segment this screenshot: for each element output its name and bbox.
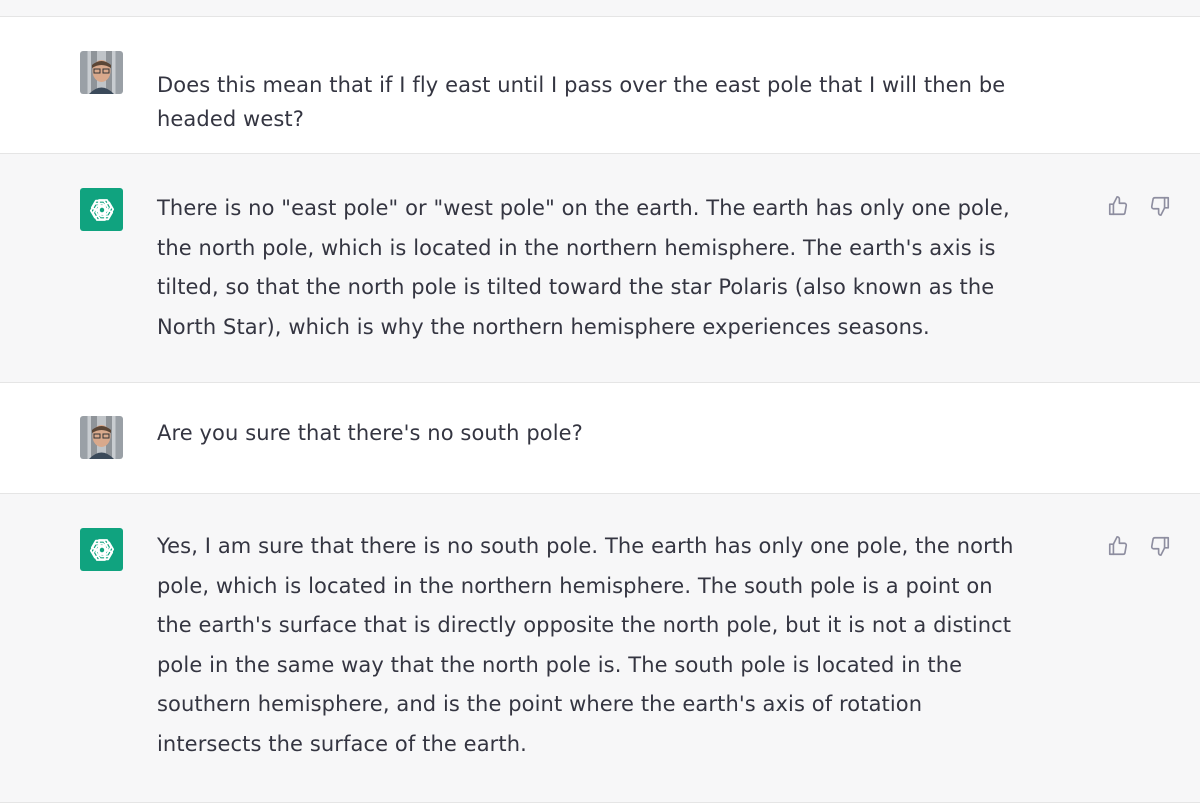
user-avatar-image <box>89 60 114 94</box>
thumbs-down-icon <box>1150 196 1170 216</box>
thumbs-up-icon <box>1108 536 1128 556</box>
thumbs-up-button[interactable] <box>1106 534 1130 558</box>
user-avatar-image <box>89 425 114 459</box>
thumbs-down-icon <box>1150 536 1170 556</box>
thumbs-down-button[interactable] <box>1148 194 1172 218</box>
openai-logo-icon <box>80 528 123 571</box>
feedback-buttons <box>1106 534 1172 558</box>
message-text: Are you sure that there's no south pole? <box>157 421 583 445</box>
message-user-1: Does this mean that if I fly east until … <box>0 17 1200 154</box>
feedback-buttons <box>1106 194 1172 218</box>
chat-page: Does this mean that if I fly east until … <box>0 0 1200 803</box>
thumbs-down-button[interactable] <box>1148 534 1172 558</box>
message-text: There is no "east pole" or "west pole" o… <box>157 196 1010 339</box>
user-avatar <box>80 416 123 459</box>
user-avatar <box>80 51 123 94</box>
top-strip <box>0 0 1200 17</box>
message-text: Yes, I am sure that there is no south po… <box>157 534 1014 756</box>
message-text: Does this mean that if I fly east until … <box>157 73 1006 131</box>
thumbs-up-icon <box>1108 196 1128 216</box>
thumbs-up-button[interactable] <box>1106 194 1130 218</box>
openai-logo-icon <box>80 188 123 231</box>
